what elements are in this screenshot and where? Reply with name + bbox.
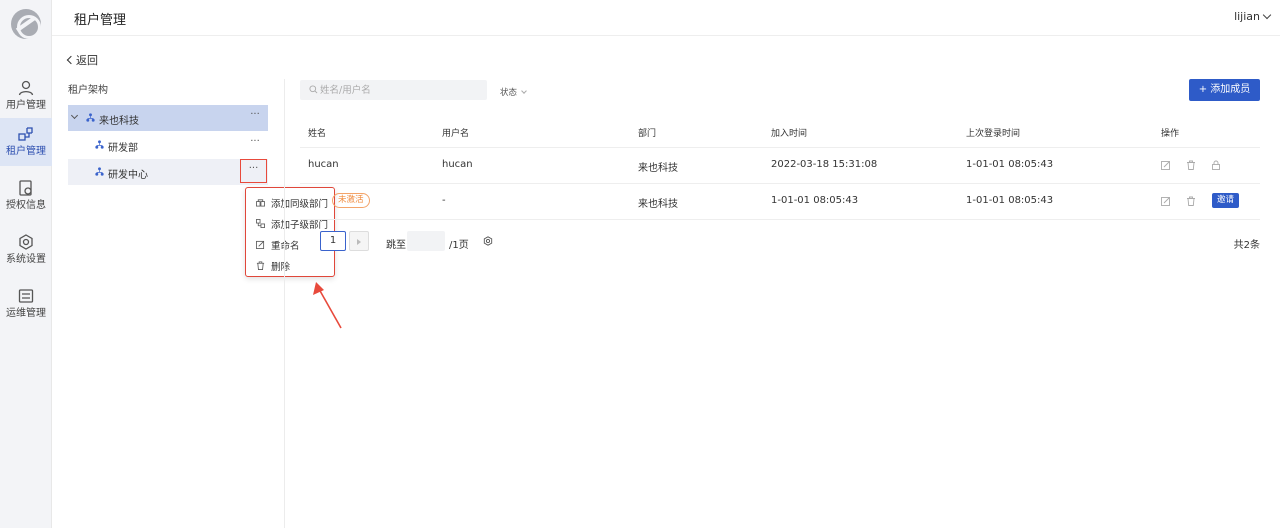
- trash-icon[interactable]: [1186, 196, 1196, 206]
- row-divider: [300, 147, 1260, 148]
- nav-label: 用户管理: [6, 100, 46, 111]
- search-box[interactable]: [300, 80, 487, 100]
- cell-username: -: [442, 195, 446, 206]
- menu-item-add-sibling-dept[interactable]: 添加同级部门: [246, 192, 334, 213]
- menu-item-label: 删除: [271, 262, 291, 273]
- column-header-name: 姓名: [308, 129, 327, 139]
- nav-item-license-info[interactable]: 授权信息: [0, 172, 52, 220]
- status-badge: 未激活: [332, 193, 370, 208]
- edit-icon: [256, 240, 265, 249]
- gear-icon: [19, 234, 33, 250]
- cell-last-login: 1-01-01 08:05:43: [966, 159, 1054, 170]
- nav-label: 系统设置: [6, 254, 46, 265]
- back-label: 返回: [76, 54, 98, 67]
- license-icon: [19, 180, 32, 196]
- more-icon[interactable]: ···: [244, 136, 266, 154]
- pagination-current-page[interactable]: 1: [320, 231, 346, 251]
- cell-dept: 来也科技: [638, 199, 678, 210]
- nav-item-system-settings[interactable]: 系统设置: [0, 226, 52, 274]
- page-total: /1页: [449, 240, 469, 251]
- trash-icon: [256, 261, 265, 270]
- chevron-down-icon: [521, 88, 527, 94]
- invite-button[interactable]: 邀请: [1212, 193, 1239, 208]
- trash-icon[interactable]: [1186, 160, 1196, 170]
- more-icon[interactable]: ···: [244, 109, 266, 127]
- column-header-actions: 操作: [1161, 129, 1180, 139]
- nav-item-tenant-management[interactable]: 租户管理: [0, 118, 52, 166]
- more-icon[interactable]: ···: [240, 159, 267, 183]
- tree-node-name: 研发部: [108, 143, 138, 154]
- row-divider: [300, 219, 1260, 220]
- cell-joined: 2022-03-18 15:31:08: [771, 159, 878, 170]
- total-count: 共2条: [1233, 240, 1260, 251]
- menu-item-label: 重命名: [271, 241, 300, 252]
- add-member-button[interactable]: + 添加成员: [1189, 79, 1260, 101]
- tree-node-name: 来也科技: [99, 116, 139, 127]
- nav-label: 租户管理: [6, 146, 46, 157]
- column-header-joined: 加入时间: [771, 129, 808, 139]
- cell-last-login: 1-01-01 08:05:43: [966, 195, 1054, 206]
- org-icon: [95, 140, 104, 149]
- search-icon: [309, 85, 318, 94]
- search-input[interactable]: [320, 82, 480, 98]
- pagination-next-button[interactable]: [349, 231, 369, 251]
- cell-username: hucan: [442, 159, 473, 170]
- tree-title: 租户架构: [68, 85, 108, 96]
- cell-dept: 来也科技: [638, 163, 678, 174]
- tenant-icon: [18, 127, 33, 141]
- jump-page-input[interactable]: [407, 231, 445, 251]
- status-filter[interactable]: 状态: [500, 86, 527, 98]
- org-icon: [95, 167, 104, 176]
- column-header-last-login: 上次登录时间: [966, 129, 1021, 139]
- edit-icon[interactable]: [1161, 160, 1171, 170]
- left-nav: 用户管理 租户管理 授权信息 系统设置 运维管理: [0, 0, 52, 528]
- tree-node-name: 研发中心: [108, 170, 148, 181]
- column-header-dept: 部门: [638, 129, 657, 139]
- ops-icon: [18, 289, 34, 303]
- top-header: 租户管理 lijian: [52, 0, 1280, 36]
- cell-name: hucan: [308, 159, 339, 170]
- menu-item-label: 添加同级部门: [271, 199, 329, 210]
- user-name: lijian: [1234, 10, 1260, 23]
- user-menu[interactable]: lijian: [1234, 10, 1272, 23]
- chevron-left-icon: [66, 55, 76, 65]
- app-logo-icon[interactable]: [11, 9, 41, 39]
- org-icon: [86, 113, 95, 122]
- child-dept-icon: [256, 219, 265, 228]
- tree-node-rd-center[interactable]: 研发中心 ···: [68, 159, 268, 185]
- lock-icon[interactable]: [1211, 160, 1221, 170]
- status-filter-label: 状态: [500, 88, 518, 98]
- nav-item-ops-management[interactable]: 运维管理: [0, 280, 52, 328]
- chevron-down-icon: [1262, 10, 1272, 20]
- tree-node-rd-dept[interactable]: 研发部 ···: [68, 132, 268, 158]
- user-icon: [18, 80, 34, 96]
- menu-item-delete[interactable]: 删除: [246, 255, 334, 276]
- panel-divider: [284, 79, 285, 528]
- nav-label: 运维管理: [6, 308, 46, 319]
- annotation-arrow-icon: [313, 282, 342, 329]
- caret-down-icon[interactable]: [70, 111, 79, 120]
- cell-joined: 1-01-01 08:05:43: [771, 195, 859, 206]
- edit-icon[interactable]: [1161, 196, 1171, 206]
- back-link[interactable]: 返回: [66, 52, 98, 68]
- gear-icon[interactable]: [483, 236, 493, 246]
- row-divider: [300, 183, 1260, 184]
- page-title: 租户管理: [74, 13, 127, 28]
- sibling-dept-icon: [256, 199, 265, 207]
- column-header-username: 用户名: [442, 129, 470, 139]
- jump-label: 跳至: [386, 240, 406, 251]
- tree-node-root[interactable]: 来也科技 ···: [68, 105, 268, 131]
- nav-item-user-management[interactable]: 用户管理: [0, 72, 52, 120]
- nav-label: 授权信息: [6, 200, 46, 211]
